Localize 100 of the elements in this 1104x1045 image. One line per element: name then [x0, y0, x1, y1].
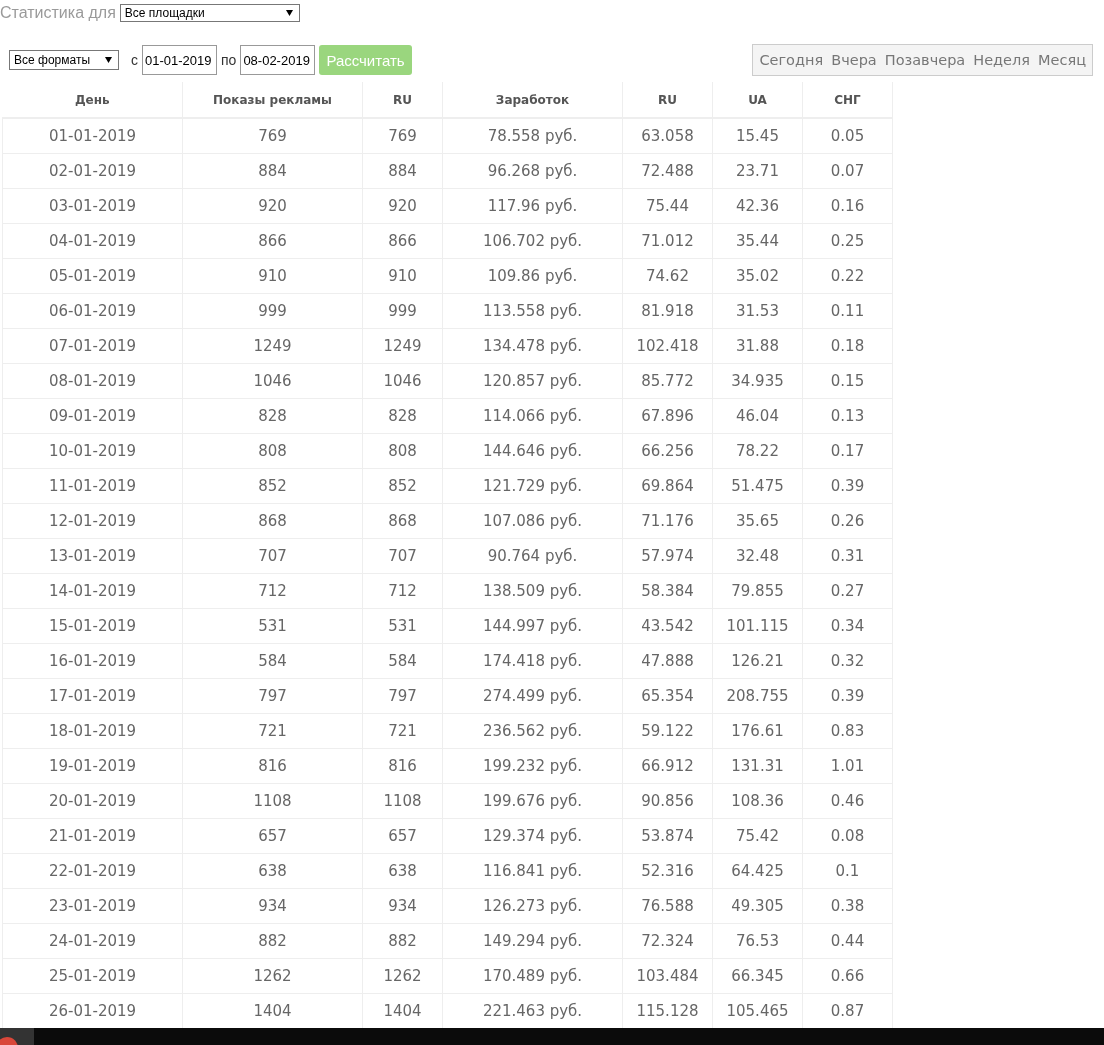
- table-cell: 0.32: [802, 643, 893, 678]
- table-cell: 64.425: [712, 853, 803, 888]
- period-link[interactable]: Месяц: [1038, 52, 1086, 68]
- table-cell: 106.702 руб.: [442, 223, 623, 258]
- table-cell: 15-01-2019: [2, 608, 183, 643]
- table-cell: 910: [362, 258, 443, 293]
- table-cell: 107.086 руб.: [442, 503, 623, 538]
- table-cell: 21-01-2019: [2, 818, 183, 853]
- table-cell: 76.53: [712, 923, 803, 958]
- table-cell: 79.855: [712, 573, 803, 608]
- table-cell: 531: [362, 608, 443, 643]
- table-cell: 71.176: [622, 503, 713, 538]
- table-cell: 920: [182, 188, 363, 223]
- table-cell: 721: [362, 713, 443, 748]
- table-cell: 852: [362, 468, 443, 503]
- table-cell: 176.61: [712, 713, 803, 748]
- table-cell: 170.489 руб.: [442, 958, 623, 993]
- table-cell: 04-01-2019: [2, 223, 183, 258]
- table-cell: 109.86 руб.: [442, 258, 623, 293]
- table-cell: 0.05: [802, 118, 893, 153]
- table-cell: 22-01-2019: [2, 853, 183, 888]
- table-cell: 1046: [362, 363, 443, 398]
- table-cell: 910: [182, 258, 363, 293]
- period-link[interactable]: Неделя: [973, 52, 1030, 68]
- table-cell: 85.772: [622, 363, 713, 398]
- table-cell: 78.22: [712, 433, 803, 468]
- table-cell: 74.62: [622, 258, 713, 293]
- table-cell: 53.874: [622, 818, 713, 853]
- table-cell: 10-01-2019: [2, 433, 183, 468]
- table-cell: 0.39: [802, 678, 893, 713]
- statistics-label: Статистика для: [0, 4, 116, 22]
- table-cell: 76.588: [622, 888, 713, 923]
- table-cell: 797: [182, 678, 363, 713]
- table-cell: 1108: [182, 783, 363, 818]
- table-cell: 0.46: [802, 783, 893, 818]
- table-cell: 816: [362, 748, 443, 783]
- table-cell: 174.418 руб.: [442, 643, 623, 678]
- table-cell: 0.25: [802, 223, 893, 258]
- taskbar-app-icon[interactable]: [0, 1028, 34, 1045]
- table-cell: 72.324: [622, 923, 713, 958]
- table-cell: 12-01-2019: [2, 503, 183, 538]
- table-cell: 1046: [182, 363, 363, 398]
- table-cell: 199.232 руб.: [442, 748, 623, 783]
- table-cell: 66.345: [712, 958, 803, 993]
- table-cell: 20-01-2019: [2, 783, 183, 818]
- table-cell: 584: [362, 643, 443, 678]
- table-cell: 129.374 руб.: [442, 818, 623, 853]
- dropdown-caret-icon: [105, 57, 112, 63]
- table-cell: 1108: [362, 783, 443, 818]
- table-cell: 882: [182, 923, 363, 958]
- column-header: UA: [712, 82, 803, 118]
- table-cell: 0.11: [802, 293, 893, 328]
- table-cell: 03-01-2019: [2, 188, 183, 223]
- table-cell: 17-01-2019: [2, 678, 183, 713]
- table-cell: 102.418: [622, 328, 713, 363]
- column-header: СНГ: [802, 82, 893, 118]
- table-cell: 15.45: [712, 118, 803, 153]
- table-cell: 769: [362, 118, 443, 153]
- table-cell: 116.841 руб.: [442, 853, 623, 888]
- table-cell: 999: [182, 293, 363, 328]
- to-date-field[interactable]: 08-02-2019: [240, 45, 316, 75]
- table-cell: 75.44: [622, 188, 713, 223]
- table-cell: 0.26: [802, 503, 893, 538]
- table-cell: 0.08: [802, 818, 893, 853]
- table-cell: 1249: [182, 328, 363, 363]
- table-cell: 05-01-2019: [2, 258, 183, 293]
- table-cell: 19-01-2019: [2, 748, 183, 783]
- table-cell: 121.729 руб.: [442, 468, 623, 503]
- table-cell: 584: [182, 643, 363, 678]
- period-link[interactable]: Позавчера: [884, 52, 966, 68]
- period-link[interactable]: Вчера: [831, 52, 877, 68]
- table-cell: 868: [362, 503, 443, 538]
- dropdown-caret-icon: [285, 10, 293, 16]
- table-cell: 66.256: [622, 433, 713, 468]
- table-cell: 884: [362, 153, 443, 188]
- table-cell: 0.07: [802, 153, 893, 188]
- table-cell: 0.31: [802, 538, 893, 573]
- table-cell: 0.66: [802, 958, 893, 993]
- table-cell: 25-01-2019: [2, 958, 183, 993]
- table-cell: 67.896: [622, 398, 713, 433]
- format-select[interactable]: Все форматы: [9, 50, 119, 70]
- from-date-field[interactable]: 01-01-2019: [142, 45, 217, 75]
- table-cell: 138.509 руб.: [442, 573, 623, 608]
- table-cell: 42.36: [712, 188, 803, 223]
- table-cell: 06-01-2019: [2, 293, 183, 328]
- site-select[interactable]: Все площадки: [119, 4, 300, 22]
- table-cell: 32.48: [712, 538, 803, 573]
- table-cell: 721: [182, 713, 363, 748]
- table-cell: 78.558 руб.: [442, 118, 623, 153]
- table-cell: 58.384: [622, 573, 713, 608]
- table-cell: 13-01-2019: [2, 538, 183, 573]
- table-cell: 23.71: [712, 153, 803, 188]
- table-cell: 69.864: [622, 468, 713, 503]
- table-cell: 90.856: [622, 783, 713, 818]
- table-cell: 57.974: [622, 538, 713, 573]
- table-cell: 101.115: [712, 608, 803, 643]
- table-cell: 657: [362, 818, 443, 853]
- table-cell: 712: [362, 573, 443, 608]
- period-link[interactable]: Сегодня: [759, 52, 824, 68]
- from-label: с: [131, 52, 138, 68]
